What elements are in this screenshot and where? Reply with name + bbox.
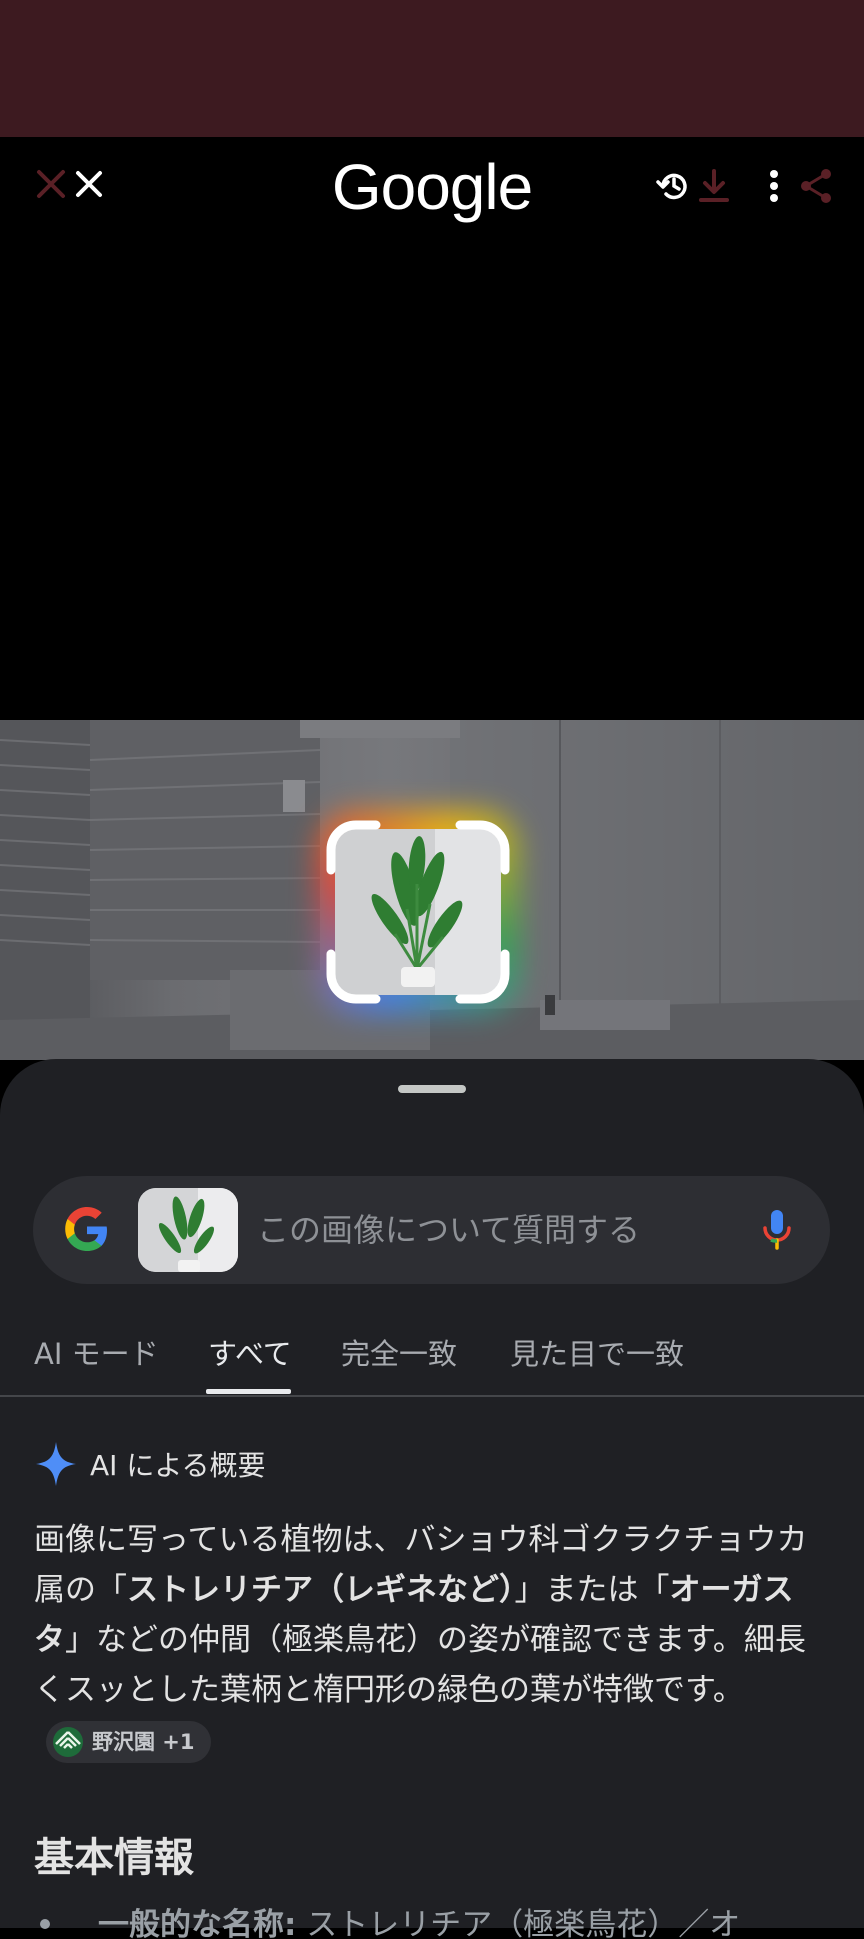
tab-visual-matches[interactable]: 見た目で一致 — [510, 1331, 684, 1373]
results-sheet: AI モード すべて 完全一致 見た目で一致 AI による概要 画像に写っている… — [0, 1059, 864, 1939]
more-options-button[interactable] — [756, 164, 792, 208]
bullet-label: 一般的な名称: — [98, 1907, 297, 1939]
basic-info-heading: 基本情報 — [34, 1835, 194, 1881]
ai-overview-title: AI による概要 — [90, 1449, 266, 1482]
basic-info-bullet: 一般的な名称: ストレリチア（極楽鳥花）／オ — [34, 1899, 854, 1939]
overview-bold-part: ストレリチア（レギネなど） — [127, 1572, 515, 1608]
active-tab-indicator — [206, 1389, 291, 1394]
share-icon — [801, 169, 831, 203]
bullet-text: ストレリチア（極楽鳥花）／オ — [296, 1907, 741, 1939]
source-chip[interactable]: 野沢園 +1 — [46, 1720, 211, 1763]
history-button[interactable] — [652, 164, 696, 208]
plant-thumbnail-image — [138, 1188, 238, 1272]
more-vert-icon — [770, 170, 778, 202]
results-tabs: AI モード すべて 完全一致 見た目で一致 — [0, 1325, 864, 1397]
query-image-thumbnail[interactable] — [138, 1188, 238, 1272]
sheet-drag-handle[interactable] — [398, 1085, 466, 1093]
share-button[interactable] — [794, 164, 838, 208]
tab-all[interactable]: すべて — [208, 1331, 292, 1373]
lens-selection-frame[interactable] — [316, 810, 520, 1014]
bullet-dot — [40, 1918, 50, 1929]
sparkle-icon — [36, 1442, 76, 1486]
overview-text-part: 」などの仲間（極楽鳥花）の姿が確認できます。細長くスッとした葉柄と楕円形の緑色の… — [34, 1622, 806, 1708]
search-bar[interactable] — [33, 1176, 830, 1284]
search-input[interactable] — [255, 1206, 759, 1254]
download-icon — [699, 169, 729, 202]
google-g-icon — [65, 1207, 107, 1251]
overview-text-part: 」または「 — [514, 1572, 670, 1608]
ai-overview-text: 画像に写っている植物は、バショウ科ゴクラクチョウカ属の「ストレリチア（レギネなど… — [34, 1515, 834, 1765]
source-chip-label: 野沢園 +1 — [92, 1729, 195, 1754]
tab-exact-match[interactable]: 完全一致 — [341, 1331, 457, 1373]
camera-viewport — [0, 237, 864, 720]
tab-ai-mode[interactable]: AI モード — [34, 1331, 159, 1373]
ai-overview-header: AI による概要 — [34, 1439, 265, 1489]
microphone-icon — [763, 1210, 791, 1250]
history-icon — [656, 173, 687, 200]
source-favicon-icon — [53, 1726, 83, 1757]
download-button[interactable] — [692, 164, 736, 208]
status-bar — [0, 0, 864, 137]
voice-search-button[interactable] — [751, 1204, 803, 1256]
captured-photo[interactable] — [0, 720, 864, 1060]
frame-corners — [326, 820, 510, 1004]
